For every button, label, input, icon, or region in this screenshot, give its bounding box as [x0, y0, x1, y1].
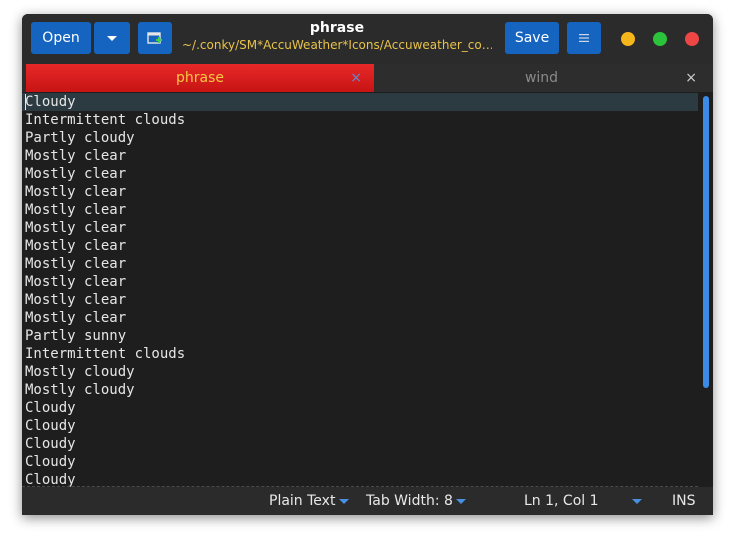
- document-title: phrase: [309, 20, 365, 36]
- text-line: Mostly clear: [25, 238, 127, 254]
- editor-window: Open phrase ~/.conky/SM*AccuWeather*Icon…: [22, 14, 713, 515]
- document-path: ~/.conky/SM*AccuWeather*Icons/Accuweathe…: [182, 38, 492, 52]
- hamburger-menu-icon: [579, 34, 589, 42]
- tab-width-selector[interactable]: Tab Width: 8: [366, 487, 453, 515]
- text-line: Mostly cloudy: [25, 364, 135, 380]
- close-tab-icon[interactable]: ×: [685, 64, 697, 92]
- text-line: Mostly clear: [25, 202, 127, 218]
- text-line: Mostly clear: [25, 274, 127, 290]
- scrollbar-thumb[interactable]: [703, 96, 709, 388]
- tab-wind[interactable]: wind ×: [374, 64, 709, 92]
- open-button[interactable]: Open: [31, 22, 91, 54]
- language-selector[interactable]: Plain Text: [269, 487, 335, 515]
- text-line: Partly sunny: [25, 328, 127, 344]
- save-button-label: Save: [514, 30, 550, 46]
- text-line: Cloudy: [25, 400, 76, 416]
- text-line: Mostly clear: [25, 310, 127, 326]
- text-line: Cloudy: [25, 436, 76, 452]
- chevron-down-icon: [107, 35, 117, 41]
- insert-mode-indicator: INS: [672, 493, 696, 509]
- tab-bar: phrase × wind ×: [22, 64, 713, 92]
- language-dropdown-arrow-icon[interactable]: [339, 499, 349, 504]
- text-line: Intermittent clouds: [25, 346, 186, 362]
- text-cursor: [25, 94, 26, 110]
- close-window-button[interactable]: [685, 32, 699, 46]
- text-line: Intermittent clouds: [25, 112, 186, 128]
- open-menu-button[interactable]: [94, 22, 130, 54]
- close-tab-icon[interactable]: ×: [350, 64, 362, 92]
- maximize-button[interactable]: [653, 32, 667, 46]
- tab-label: wind: [524, 70, 559, 86]
- cursor-position[interactable]: Ln 1, Col 1: [524, 487, 599, 515]
- open-button-label: Open: [42, 30, 80, 46]
- main-menu-button[interactable]: [567, 22, 601, 54]
- window-title: phrase ~/.conky/SM*AccuWeather*Icons/Acc…: [182, 19, 492, 53]
- tab-label: phrase: [175, 70, 224, 86]
- text-line: Partly cloudy: [25, 130, 135, 146]
- text-line: Cloudy: [25, 418, 76, 434]
- save-button[interactable]: Save: [505, 22, 559, 54]
- text-line: Mostly clear: [25, 148, 127, 164]
- tab-phrase[interactable]: phrase ×: [26, 64, 374, 92]
- new-document-icon: [147, 32, 162, 44]
- status-bar: Plain Text Tab Width: 8 Ln 1, Col 1 INS: [22, 487, 713, 515]
- text-line: Mostly clear: [25, 256, 127, 272]
- header-bar: Open phrase ~/.conky/SM*AccuWeather*Icon…: [22, 14, 713, 64]
- minimize-button[interactable]: [621, 32, 635, 46]
- text-line: Cloudy: [25, 454, 76, 470]
- text-line: Mostly cloudy: [25, 382, 135, 398]
- tab-width-dropdown-arrow-icon[interactable]: [456, 499, 466, 504]
- text-line: Mostly clear: [25, 184, 127, 200]
- text-line: Mostly clear: [25, 292, 127, 308]
- text-line: Mostly clear: [25, 166, 127, 182]
- text-editor[interactable]: Cloudy Intermittent clouds Partly cloudy Mo…: [22, 93, 713, 487]
- new-tab-button[interactable]: [138, 22, 172, 54]
- position-dropdown-arrow-icon[interactable]: [632, 499, 642, 504]
- text-line: Mostly clear: [25, 220, 127, 236]
- text-line: Cloudy: [25, 472, 76, 487]
- current-line-highlight: [22, 93, 698, 111]
- text-line: Cloudy: [25, 94, 76, 110]
